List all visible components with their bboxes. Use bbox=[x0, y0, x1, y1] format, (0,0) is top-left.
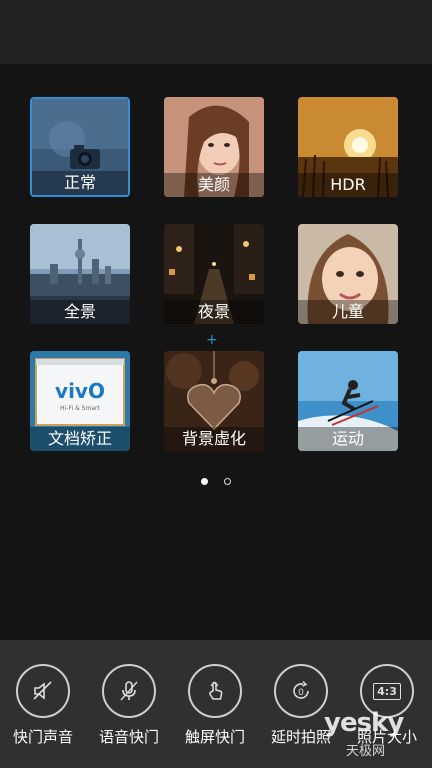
svg-text:0: 0 bbox=[298, 688, 304, 698]
doc-subtitle: Hi-Fi & Smart bbox=[60, 405, 100, 412]
touch-shutter-button[interactable]: 触屏快门 bbox=[172, 664, 258, 747]
mode-beauty[interactable]: 美颜 bbox=[164, 97, 264, 197]
mode-sports[interactable]: 运动 bbox=[298, 351, 398, 451]
mode-label: 美颜 bbox=[164, 173, 264, 197]
aspect-ratio-badge: 4:3 bbox=[377, 684, 397, 698]
timer-icon: 0 bbox=[293, 680, 309, 699]
mode-label: 夜景 bbox=[164, 300, 264, 324]
watermark-logo: yesky bbox=[324, 708, 404, 738]
mode-label: 全景 bbox=[30, 300, 130, 324]
mode-bokeh[interactable]: 背景虚化 bbox=[164, 351, 264, 451]
focus-crosshair-icon: + bbox=[206, 332, 218, 348]
watermark-subtitle: 天极网 bbox=[346, 744, 386, 759]
mode-label: 正常 bbox=[32, 171, 128, 195]
toolbar-label: 快门声音 bbox=[12, 728, 73, 746]
mode-normal[interactable]: 正常 bbox=[30, 97, 130, 197]
top-bar bbox=[0, 0, 432, 64]
page-dot-active[interactable] bbox=[201, 478, 209, 485]
mode-night[interactable]: 夜景 bbox=[164, 224, 264, 324]
microphone-icon bbox=[120, 681, 138, 701]
doc-logo: vivO bbox=[55, 379, 105, 403]
voice-shutter-button[interactable]: 语音快门 bbox=[86, 664, 172, 747]
toolbar-circle bbox=[102, 664, 156, 718]
mode-label: 运动 bbox=[298, 427, 398, 451]
toolbar-label: 触屏快门 bbox=[184, 728, 245, 746]
speaker-muted-icon bbox=[33, 681, 52, 700]
toolbar-circle: 0 bbox=[274, 664, 328, 718]
mode-kids[interactable]: 儿童 bbox=[298, 224, 398, 324]
mode-document[interactable]: vivO Hi-Fi & Smart 文档矫正 bbox=[30, 351, 130, 451]
mode-hdr[interactable]: HDR bbox=[298, 97, 398, 197]
mode-label: 儿童 bbox=[298, 300, 398, 324]
mode-grid: 正常 美颜 HDR 全景 夜景 儿童 vivO Hi-Fi & Smart 文档… bbox=[0, 64, 432, 640]
aspect-ratio-icon: 4:3 bbox=[373, 682, 401, 700]
mode-panorama[interactable]: 全景 bbox=[30, 224, 130, 324]
mode-label: HDR bbox=[298, 173, 398, 197]
toolbar-circle bbox=[188, 664, 242, 718]
page-indicator bbox=[0, 470, 432, 489]
page-dot[interactable] bbox=[223, 478, 231, 485]
mode-label: 文档矫正 bbox=[30, 427, 130, 451]
mode-label: 背景虚化 bbox=[164, 427, 264, 451]
toolbar-label: 语音快门 bbox=[98, 728, 159, 746]
touch-hand-icon bbox=[209, 681, 223, 700]
shutter-sound-button[interactable]: 快门声音 bbox=[0, 664, 86, 747]
toolbar-circle bbox=[16, 664, 70, 718]
